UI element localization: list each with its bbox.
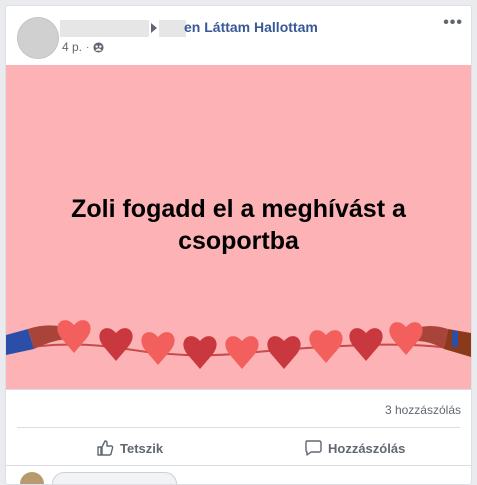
group-name-redacted[interactable] bbox=[159, 20, 186, 37]
post-stats: 3 hozzászólás bbox=[6, 389, 471, 428]
comment-button[interactable]: Hozzászólás bbox=[304, 435, 405, 461]
group-name-link[interactable]: en Láttam Hallottam bbox=[184, 19, 318, 35]
avatar[interactable] bbox=[17, 17, 59, 59]
arrow-right-icon bbox=[151, 23, 157, 33]
comment-input[interactable] bbox=[52, 472, 177, 484]
post-image[interactable]: Zoli fogadd el a meghívást a csoportba bbox=[6, 65, 471, 389]
post-meta: 4 p. · bbox=[62, 40, 104, 54]
comments-count-link[interactable]: 3 hozzászólás bbox=[385, 403, 461, 417]
like-button[interactable]: Tetszik bbox=[96, 435, 163, 461]
comment-icon bbox=[305, 440, 322, 456]
author-name-redacted[interactable] bbox=[60, 20, 149, 37]
group-icon bbox=[93, 41, 104, 53]
post-image-text-line1: Zoli fogadd el a meghívást a bbox=[71, 195, 406, 223]
post-image-text: Zoli fogadd el a meghívást a csoportba bbox=[6, 193, 471, 257]
thumbs-up-icon bbox=[97, 440, 114, 456]
divider bbox=[6, 465, 471, 466]
comment-label: Hozzászólás bbox=[328, 440, 406, 456]
more-options-icon[interactable]: ••• bbox=[443, 15, 463, 31]
hearts-garland-illustration bbox=[6, 320, 471, 369]
separator: · bbox=[86, 41, 90, 53]
divider bbox=[17, 427, 460, 428]
post-image-text-line2: csoportba bbox=[178, 227, 299, 255]
post-card: en Láttam Hallottam 4 p. · ••• Zoli foga… bbox=[5, 5, 472, 485]
post-time[interactable]: 4 p. bbox=[62, 40, 82, 54]
current-user-avatar bbox=[20, 472, 44, 484]
like-label: Tetszik bbox=[120, 440, 164, 456]
